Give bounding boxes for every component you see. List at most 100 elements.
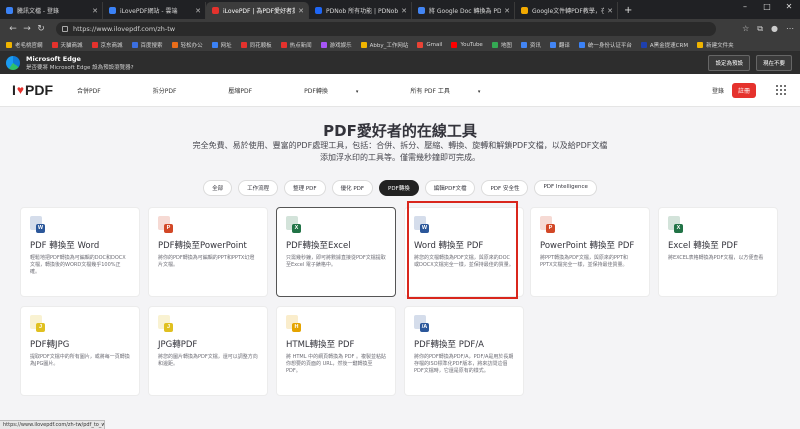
lock-icon [62, 26, 68, 32]
close-tab-icon[interactable]: ✕ [607, 7, 613, 15]
bookmark-item[interactable]: 百度搜索 [131, 41, 163, 49]
filter-tab[interactable]: 編輯PDF文檔 [424, 180, 476, 196]
close-tab-icon[interactable]: ✕ [195, 7, 201, 15]
bookmark-favicon-icon [417, 42, 424, 48]
bookmark-item[interactable]: 京东商城 [91, 41, 123, 49]
bookmark-item[interactable]: 热点新闻 [280, 41, 312, 49]
file-type-icon: /A [414, 315, 429, 332]
tool-card-title: PDF轉換至PowerPoint [158, 241, 247, 251]
file-type-badge: P [546, 224, 555, 233]
bookmark-item[interactable]: 资讯 [520, 41, 541, 49]
close-tab-icon[interactable]: ✕ [298, 7, 304, 15]
filter-tab[interactable]: PDF轉換 [379, 180, 419, 196]
nav-item[interactable]: 壓縮PDF [228, 86, 278, 95]
reload-icon[interactable]: ↻ [34, 24, 48, 34]
edge-default-banner: Microsoft Edge 是否要將 Microsoft Edge 設為預設瀏… [0, 52, 800, 74]
signup-button[interactable]: 註冊 [731, 82, 756, 98]
close-tab-icon[interactable]: ✕ [504, 7, 510, 15]
file-type-icon: X [668, 216, 683, 233]
site-header: I ♥ PDF 合併PDF 拆分PDF 壓縮PDF PDF轉換 ▾ 所有 PDF 工具 ▾ … [0, 74, 800, 107]
close-tab-icon[interactable]: ✕ [401, 7, 407, 15]
highlight-box [407, 201, 518, 299]
login-link[interactable]: 登錄 [712, 86, 724, 95]
bookmark-favicon-icon [578, 42, 585, 48]
back-icon[interactable]: ← [6, 24, 20, 34]
menu-icon[interactable]: ⋯ [786, 24, 794, 34]
filter-tab[interactable]: PDF 安全性 [481, 180, 529, 196]
edge-logo-icon [6, 56, 20, 70]
bookmark-item[interactable]: YouTube [451, 42, 483, 48]
bookmark-favicon-icon [280, 42, 287, 48]
bookmark-favicon-icon [640, 42, 647, 48]
profile-icon[interactable]: ● [771, 24, 778, 34]
tab-favicon-icon [6, 7, 13, 14]
browser-tab[interactable]: 騰訊文檔 - 登錄 ✕ [0, 2, 103, 19]
browser-tab[interactable]: iLovePDF網站 - 雲端 ✕ [103, 2, 206, 19]
forward-icon[interactable]: → [20, 24, 34, 34]
bookmark-item[interactable]: 游戏娱乐 [320, 41, 352, 49]
tool-card-description: 輕鬆地把PDF轉換為可編輯的DOC和DOCX文檔，轉換後的WORD文檔幾乎100… [30, 255, 126, 275]
file-type-badge: X [292, 224, 301, 233]
tool-card[interactable]: X Excel 轉換至 PDF 將EXCEL表格轉換為PDF文檔，以方便查看 [658, 207, 778, 297]
logo-text-right: PDF [25, 82, 54, 98]
bookmark-item[interactable]: 天貓商城 [51, 41, 83, 49]
tool-card[interactable]: P PowerPoint 轉換至 PDF 將PPT轉換為PDF文檔，與原來的PPT和… [530, 207, 650, 297]
tool-card-title: PDF 轉換至 Word [30, 241, 100, 251]
bookmark-favicon-icon [451, 42, 458, 48]
close-window-icon[interactable]: ✕ [778, 0, 800, 14]
minimize-icon[interactable]: – [734, 0, 756, 14]
filter-tab[interactable]: 全部 [203, 180, 233, 196]
browser-tab[interactable]: 將 Google Doc 轉換為 PDF 的三個✕ [412, 2, 515, 19]
tool-card-title: Excel 轉換至 PDF [668, 241, 738, 251]
tab-title: iLovePDF網站 - 雲端 [120, 8, 178, 15]
bookmark-label: 统一身份认证平台 [587, 43, 632, 49]
bookmark-favicon-icon [51, 42, 58, 48]
tool-card-description: 將 HTML 中的網頁轉換為 PDF 。複製並粘貼你想要的頁面的 URL，然後一… [286, 354, 387, 374]
file-type-badge: X [674, 224, 683, 233]
edge-banner-subtitle: 是否要將 Microsoft Edge 設為預設瀏覽器? [26, 65, 134, 71]
close-tab-icon[interactable]: ✕ [92, 7, 98, 15]
apps-grid-icon[interactable] [776, 85, 786, 95]
tool-card[interactable]: X PDF轉換至Excel 只需幾秒鐘，即可將數據直接從PDF文檔提取至Excel … [276, 207, 396, 297]
address-bar[interactable]: https://www.ilovepdf.com/zh-tw [56, 22, 716, 36]
filter-tab[interactable]: PDF Intelligence [534, 180, 597, 196]
bookmark-item[interactable]: 同花顺板 [240, 41, 272, 49]
bookmark-item[interactable]: 轻松办公 [171, 41, 203, 49]
bookmark-label: 京东商城 [100, 43, 123, 49]
browser-tab[interactable]: PDNob 所有功能 | PDNob PDF 編✕ [309, 2, 412, 19]
tool-card[interactable]: P PDF轉換至PowerPoint 將你的PDF轉換為可編輯的PPT和PPTX幻燈… [148, 207, 268, 297]
main-nav: 合併PDF 拆分PDF 壓縮PDF PDF轉換 ▾ 所有 PDF 工具 ▾ [77, 86, 532, 95]
tool-card[interactable]: /A PDF轉換至 PDF/A 將你的PDF轉換為PDF/A，PDF/A是用於長期存… [404, 306, 524, 396]
bookmark-item[interactable]: 翻译 [549, 41, 570, 49]
bookmark-item[interactable]: 老毛桃官網 [6, 41, 43, 49]
bookmark-item[interactable]: 新建文件夹 [697, 41, 734, 49]
new-tab-button[interactable]: + [624, 5, 632, 16]
nav-item[interactable]: PDF轉換 ▾ [304, 86, 384, 95]
bookmark-item[interactable]: 网址 [211, 41, 232, 49]
filter-tab[interactable]: 整理 PDF [284, 180, 326, 196]
nav-item[interactable]: 合併PDF [77, 86, 127, 95]
favorite-icon[interactable]: ☆ [742, 24, 749, 34]
tool-card[interactable]: W PDF 轉換至 Word 輕鬆地把PDF轉換為可編輯的DOC和DOCX文檔，轉換… [20, 207, 140, 297]
browser-tab[interactable]: iLovePDF | 為PDF愛好者提供的PDF✕ [206, 2, 309, 19]
edge-banner-text: Microsoft Edge 是否要將 Microsoft Edge 設為預設瀏… [26, 55, 134, 71]
bookmark-item[interactable]: Gmail [417, 42, 442, 48]
tool-card[interactable]: H HTML轉換至 PDF 將 HTML 中的網頁轉換為 PDF 。複製並粘貼你想要… [276, 306, 396, 396]
bookmark-item[interactable]: 统一身份认证平台 [578, 41, 632, 49]
extensions-icon[interactable]: ⧉ [757, 24, 763, 34]
nav-item[interactable]: 所有 PDF 工具 ▾ [410, 86, 506, 95]
filter-tab[interactable]: 工作流程 [238, 180, 279, 196]
bookmark-item[interactable]: A黑金提速CRM [640, 41, 688, 49]
maximize-icon[interactable]: □ [756, 0, 778, 14]
bookmark-label: 资讯 [529, 43, 541, 49]
set-default-button[interactable]: 設定為預設 [708, 55, 750, 71]
bookmark-item[interactable]: 地图 [491, 41, 512, 49]
tool-card[interactable]: J JPG轉PDF 將您的圖片轉換為PDF文檔，還可以調整方向和邊距。 [148, 306, 268, 396]
ilovepdf-logo[interactable]: I ♥ PDF [12, 82, 53, 98]
bookmark-item[interactable]: Abby_工作网站 [360, 41, 408, 49]
browser-tab[interactable]: Google文件轉PDF教學，在iOS/An✕ [515, 2, 618, 19]
tool-card[interactable]: J PDF轉JPG 提取PDF文檔中的所有圖片，或將每一頁轉換為JPG圖片。 [20, 306, 140, 396]
not-now-button[interactable]: 現在不要 [755, 55, 792, 71]
filter-tab[interactable]: 優化 PDF [331, 180, 374, 196]
nav-item[interactable]: 拆分PDF [153, 86, 203, 95]
